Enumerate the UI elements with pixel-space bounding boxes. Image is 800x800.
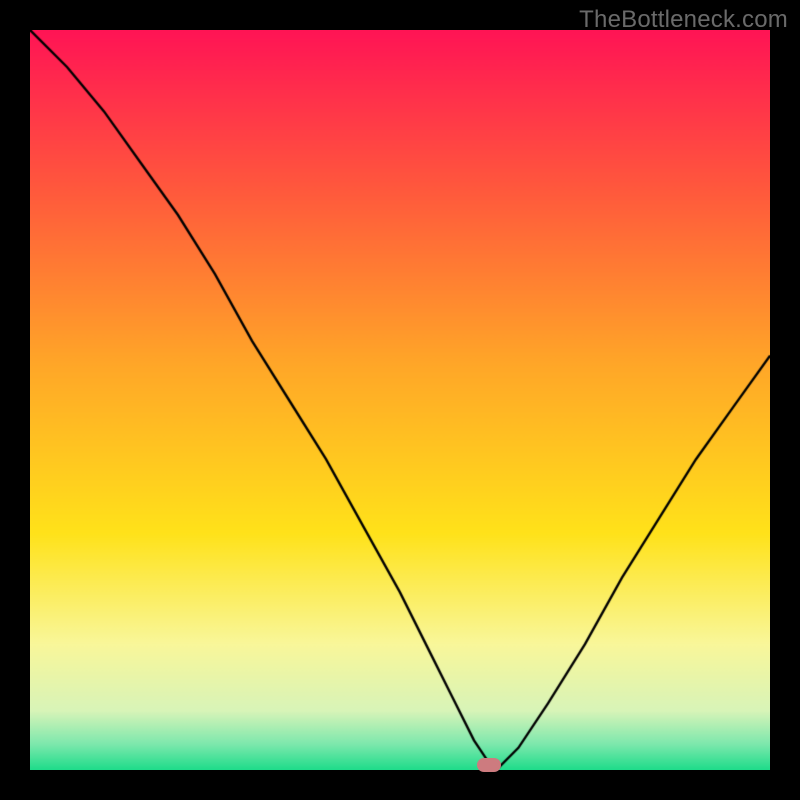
optimal-marker [477,758,501,772]
chart-container: TheBottleneck.com [0,0,800,800]
bottleneck-chart-canvas [30,30,770,770]
